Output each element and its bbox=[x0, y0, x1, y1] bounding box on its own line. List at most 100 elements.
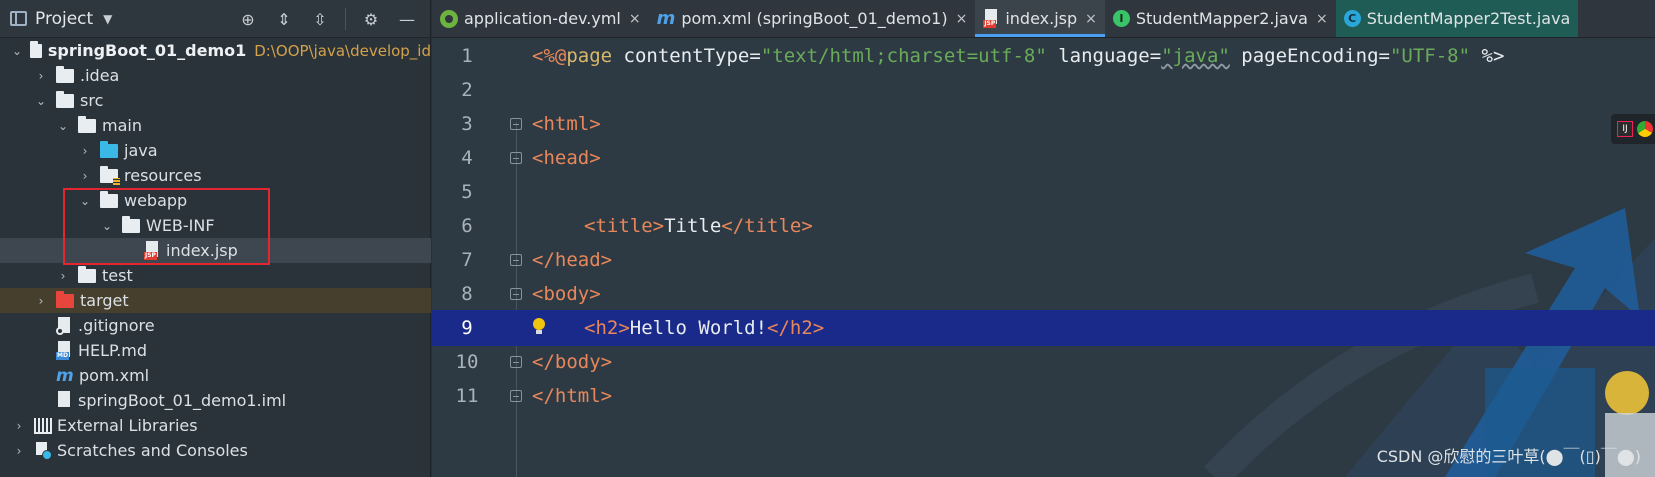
excluded-folder-icon bbox=[56, 290, 74, 308]
fold-marker-icon[interactable] bbox=[510, 390, 522, 402]
expand-all-icon[interactable]: ⇕ bbox=[273, 8, 295, 30]
tree-item-idea[interactable]: › .idea bbox=[0, 63, 431, 88]
close-icon[interactable]: × bbox=[956, 11, 968, 27]
line-number: 6 bbox=[461, 215, 473, 237]
tree-item-label: springBoot_01_demo1.iml bbox=[78, 391, 287, 410]
tree-item-external-libraries[interactable]: › External Libraries bbox=[0, 413, 431, 438]
tree-item-label: HELP.md bbox=[78, 341, 148, 360]
code-editor[interactable]: 1 <%@page contentType="text/html;charset… bbox=[432, 38, 1655, 477]
close-icon[interactable]: × bbox=[1316, 11, 1328, 27]
tree-item-test[interactable]: › test bbox=[0, 263, 431, 288]
tree-item-gitignore[interactable]: › .gitignore bbox=[0, 313, 431, 338]
code-line-8[interactable]: 8 <body> bbox=[432, 276, 1655, 312]
tab-student-mapper2[interactable]: I StudentMapper2.java × bbox=[1105, 0, 1336, 37]
project-view-icon bbox=[10, 11, 27, 26]
tree-item-src[interactable]: ⌄ src bbox=[0, 88, 431, 113]
intellij-browser-icon[interactable]: IJ bbox=[1617, 121, 1633, 137]
lightbulb-icon[interactable] bbox=[532, 318, 546, 336]
tree-item-label: test bbox=[102, 266, 133, 285]
code-line-10[interactable]: 10 </body> bbox=[432, 344, 1655, 380]
editor-tab-bar: application-dev.yml × m pom.xml (springB… bbox=[432, 0, 1655, 38]
tab-pom-xml[interactable]: m pom.xml (springBoot_01_demo1) × bbox=[649, 0, 976, 37]
folder-icon bbox=[78, 265, 96, 283]
line-number: 4 bbox=[461, 147, 473, 169]
collapse-all-icon[interactable]: ⇳ bbox=[309, 8, 331, 30]
project-panel-toolbar: ⊕ ⇕ ⇳ ⚙ — bbox=[237, 8, 418, 30]
line-number: 3 bbox=[461, 113, 473, 135]
fold-marker-icon[interactable] bbox=[510, 152, 522, 164]
chevron-down-icon[interactable]: ⌄ bbox=[12, 44, 22, 58]
chevron-right-icon[interactable]: › bbox=[12, 419, 26, 433]
folder-icon bbox=[56, 65, 74, 83]
code-line-2[interactable]: 2 bbox=[432, 72, 1655, 108]
gear-icon[interactable]: ⚙ bbox=[360, 8, 382, 30]
tree-item-scratches[interactable]: › Scratches and Consoles bbox=[0, 438, 431, 463]
code-line-9-current[interactable]: 9 <h2>Hello World!</h2> bbox=[432, 310, 1655, 346]
code-line-5[interactable]: 5 bbox=[432, 174, 1655, 210]
tree-item-label: src bbox=[80, 91, 104, 110]
close-icon[interactable]: × bbox=[629, 11, 641, 27]
chevron-right-icon[interactable]: › bbox=[78, 144, 92, 158]
fold-marker-icon[interactable] bbox=[510, 356, 522, 368]
tree-item-java[interactable]: › java bbox=[0, 138, 431, 163]
tab-student-mapper2-test[interactable]: C StudentMapper2Test.java bbox=[1335, 0, 1579, 37]
line-number: 9 bbox=[461, 317, 473, 339]
code-line-4[interactable]: 4 <head> bbox=[432, 140, 1655, 176]
line-number: 7 bbox=[461, 249, 473, 271]
tree-item-label: target bbox=[80, 291, 129, 310]
chevron-down-icon[interactable]: ⌄ bbox=[56, 119, 70, 133]
tree-item-label: Scratches and Consoles bbox=[57, 441, 248, 460]
tab-label: application-dev.yml bbox=[464, 9, 621, 28]
project-panel-title[interactable]: Project bbox=[35, 9, 93, 29]
close-icon[interactable]: × bbox=[1085, 11, 1097, 27]
toolbar-divider bbox=[345, 8, 346, 30]
tab-index-jsp[interactable]: JSP index.jsp × bbox=[975, 0, 1105, 37]
maven-file-icon: m bbox=[56, 365, 74, 386]
chrome-browser-icon[interactable] bbox=[1637, 121, 1653, 137]
interface-icon: I bbox=[1112, 10, 1130, 27]
fold-marker-icon[interactable] bbox=[510, 288, 522, 300]
tab-label: StudentMapper2Test.java bbox=[1366, 9, 1571, 28]
chevron-right-icon[interactable]: › bbox=[56, 269, 70, 283]
chevron-right-icon[interactable]: › bbox=[78, 169, 92, 183]
tree-item-pom-xml[interactable]: › m pom.xml bbox=[0, 363, 431, 388]
line-number: 2 bbox=[461, 79, 473, 101]
chevron-right-icon[interactable]: › bbox=[34, 69, 48, 83]
tree-item-resources[interactable]: › resources bbox=[0, 163, 431, 188]
markdown-file-icon: MD bbox=[56, 341, 72, 360]
hide-panel-icon[interactable]: — bbox=[396, 8, 418, 30]
chevron-down-icon[interactable]: ⌄ bbox=[34, 94, 48, 108]
fold-marker-icon[interactable] bbox=[510, 254, 522, 266]
tree-item-target[interactable]: › target bbox=[0, 288, 431, 313]
fold-marker-icon[interactable] bbox=[510, 118, 522, 130]
tree-item-help-md[interactable]: › MD HELP.md bbox=[0, 338, 431, 363]
code-line-11[interactable]: 11 </html> bbox=[432, 378, 1655, 414]
chevron-right-icon[interactable]: › bbox=[34, 294, 48, 308]
code-line-1[interactable]: 1 <%@page contentType="text/html;charset… bbox=[432, 38, 1655, 74]
tree-item-label: External Libraries bbox=[57, 416, 198, 435]
gitignore-file-icon bbox=[56, 316, 72, 335]
line-number: 1 bbox=[461, 45, 473, 67]
tree-item-label: java bbox=[124, 141, 158, 160]
code-line-3[interactable]: 3 <html> bbox=[432, 106, 1655, 142]
tab-application-dev-yml[interactable]: application-dev.yml × bbox=[432, 0, 649, 37]
class-icon: C bbox=[1343, 10, 1361, 27]
line-number: 8 bbox=[461, 283, 473, 305]
scratches-icon bbox=[34, 441, 52, 460]
code-text: <h2>Hello World!</h2> bbox=[584, 317, 825, 339]
folder-icon bbox=[56, 90, 74, 108]
tree-item-root[interactable]: ⌄ springBoot_01_demo1 D:\OOP\java\develo… bbox=[0, 38, 431, 63]
view-dropdown-icon[interactable]: ▼ bbox=[103, 12, 112, 26]
tree-item-iml[interactable]: › springBoot_01_demo1.iml bbox=[0, 388, 431, 413]
code-line-6[interactable]: 6 <title>Title</title> bbox=[432, 208, 1655, 244]
locate-file-icon[interactable]: ⊕ bbox=[237, 8, 259, 30]
code-text: <title>Title</title> bbox=[584, 215, 813, 237]
line-number: 10 bbox=[455, 351, 479, 373]
project-panel-header: Project ▼ ⊕ ⇕ ⇳ ⚙ — bbox=[0, 0, 430, 38]
code-line-7[interactable]: 7 </head> bbox=[432, 242, 1655, 278]
browser-preview-icons: IJ bbox=[1611, 114, 1655, 144]
chevron-right-icon[interactable]: › bbox=[12, 444, 26, 458]
module-path: D:\OOP\java\develop_id bbox=[254, 41, 431, 60]
project-tool-window: Project ▼ ⊕ ⇕ ⇳ ⚙ — ⌄ springBoot_01_demo… bbox=[0, 0, 431, 477]
tree-item-main[interactable]: ⌄ main bbox=[0, 113, 431, 138]
